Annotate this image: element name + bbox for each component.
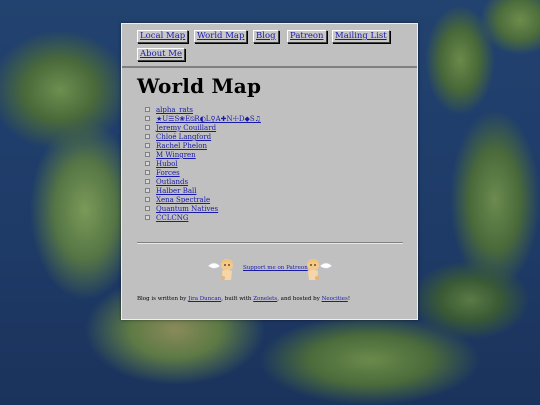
footer: Blog is written by Jira Duncan, built wi… (137, 296, 350, 302)
link-alpha-rats[interactable]: alpha_rats (156, 106, 193, 114)
bullet-icon (145, 133, 150, 139)
bullet-icon (145, 106, 150, 112)
patreon-support: Support me on Patreon (122, 256, 417, 282)
link-m-wingren[interactable]: M Wingren (156, 151, 196, 159)
link-list: alpha_rats ★U☰S❀E⍉R◐L⚲A✚N☩D◆S♫ Jeremy Co… (145, 106, 261, 223)
link-quantum-natives[interactable]: Quantum Natives (156, 205, 218, 213)
list-item: Chloé Langford (145, 133, 261, 142)
list-item: ★U☰S❀E⍉R◐L⚲A✚N☩D◆S♫ (145, 115, 261, 124)
page-title: World Map (137, 74, 262, 98)
footer-mid1: , built with (221, 296, 254, 302)
link-cclcng[interactable]: CCLCNG (156, 214, 188, 222)
cherub-left-icon (207, 259, 233, 280)
nav-mailing-list[interactable]: Mailing List (332, 30, 390, 43)
footer-author-link[interactable]: Jira Duncan (188, 296, 221, 302)
bullet-icon (145, 151, 150, 157)
link-userland[interactable]: ★U☰S❀E⍉R◐L⚲A✚N☩D◆S♫ (156, 115, 261, 123)
link-hubol[interactable]: Hubol (156, 160, 178, 168)
list-item: Jeremy Couillard (145, 124, 261, 133)
nav-world-map[interactable]: World Map (194, 30, 248, 43)
link-xena-spectrale[interactable]: Xena Spectrale (156, 196, 210, 204)
list-item: CCLCNG (145, 214, 261, 223)
bullet-icon (145, 196, 150, 202)
list-item: Hubol (145, 160, 261, 169)
list-item: M Wingren (145, 151, 261, 160)
cherub-right-icon (307, 259, 333, 280)
bullet-icon (145, 142, 150, 148)
link-outlands[interactable]: Outlands (156, 178, 188, 186)
list-item: Quantum Natives (145, 205, 261, 214)
link-rachel-phelon[interactable]: Rachel Phelon (156, 142, 207, 150)
main-panel: Local Map World Map Blog Patreon Mailing… (121, 23, 418, 320)
list-item: Forces (145, 169, 261, 178)
list-item: Outlands (145, 178, 261, 187)
bullet-icon (145, 178, 150, 184)
link-forces[interactable]: Forces (156, 169, 180, 177)
footer-tool-link[interactable]: Zonelets (253, 296, 277, 302)
nav-local-map[interactable]: Local Map (137, 30, 189, 43)
bullet-icon (145, 160, 150, 166)
list-item: alpha_rats (145, 106, 261, 115)
link-chloe-langford[interactable]: Chloé Langford (156, 133, 211, 141)
footer-suffix: ! (347, 296, 351, 302)
nav-patreon[interactable]: Patreon (287, 30, 327, 43)
list-item: Xena Spectrale (145, 196, 261, 205)
nav-blog[interactable]: Blog (253, 30, 279, 43)
bullet-icon (145, 169, 150, 175)
nav-bar: Local Map World Map Blog Patreon Mailing… (122, 24, 417, 68)
footer-mid2: , and hosted by (277, 296, 322, 302)
nav-about-me[interactable]: About Me (137, 48, 186, 61)
bullet-icon (145, 115, 150, 121)
list-item: Rachel Phelon (145, 142, 261, 151)
bullet-icon (145, 205, 150, 211)
list-item: Halber Ball (145, 187, 261, 196)
bullet-icon (145, 214, 150, 220)
footer-host-link[interactable]: Neocities (322, 296, 348, 302)
bullet-icon (145, 187, 150, 193)
link-halber-ball[interactable]: Halber Ball (156, 187, 197, 195)
link-jeremy-couillard[interactable]: Jeremy Couillard (156, 124, 216, 132)
bullet-icon (145, 124, 150, 130)
divider (137, 242, 403, 244)
footer-prefix: Blog is written by (137, 296, 189, 302)
patreon-link[interactable]: Support me on Patreon (243, 265, 308, 271)
